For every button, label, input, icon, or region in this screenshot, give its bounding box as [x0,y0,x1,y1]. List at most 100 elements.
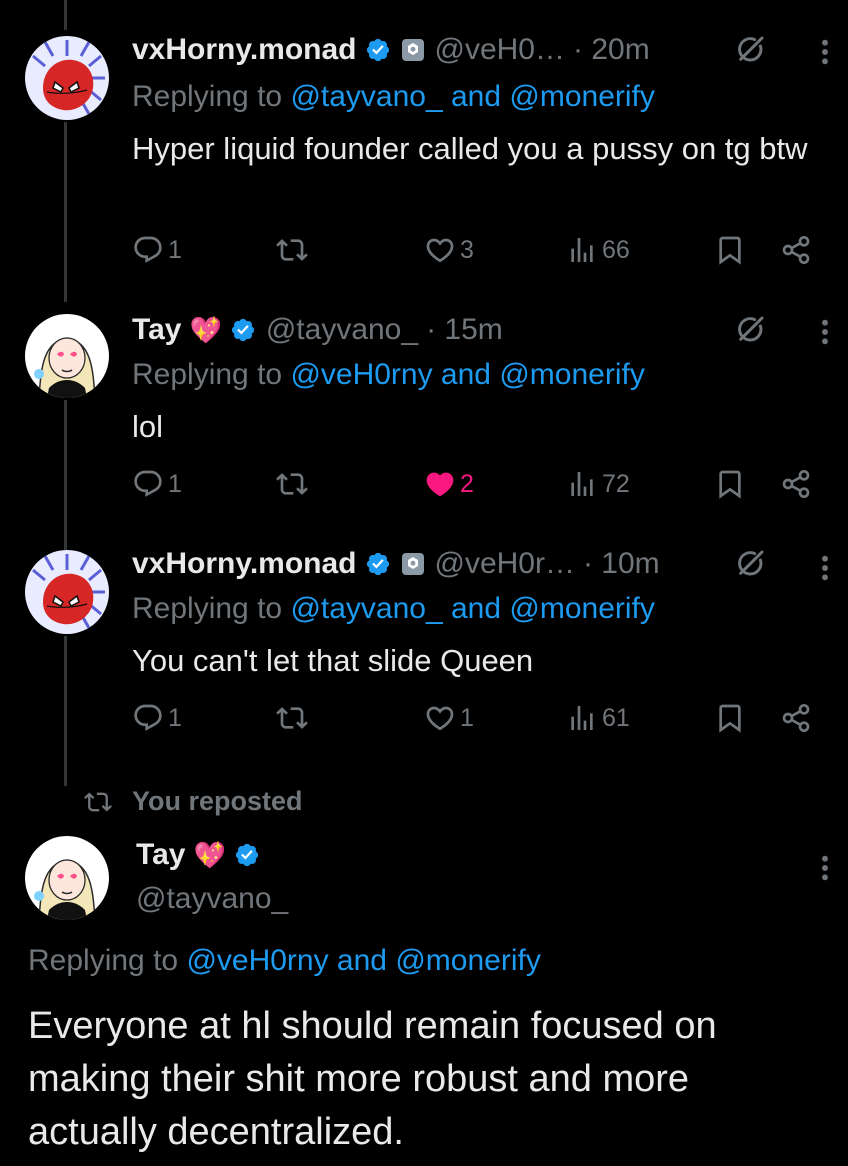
like-icon [424,234,456,266]
share-button[interactable] [780,234,812,266]
share-icon [780,702,812,734]
reply-button[interactable]: 1 [132,468,182,500]
like-button[interactable]: 1 [424,702,474,734]
replying-to: Replying to @veH0rny and @monerify [28,944,541,978]
view-count: 61 [602,703,630,732]
author-handle[interactable]: @veH0r… [435,547,575,581]
mention-link[interactable]: @tayvano_ [290,80,442,113]
share-icon [780,468,812,500]
more-icon[interactable] [820,36,830,68]
affiliate-badge-icon[interactable] [401,38,425,62]
repost-button[interactable] [276,234,308,266]
mention-link[interactable]: @monerify [509,592,655,625]
replying-to: Replying to @veH0rny and @monerify [132,358,645,392]
avatar[interactable] [25,836,109,920]
author-handle[interactable]: @veH0… [435,33,566,67]
reply-and: and [442,592,510,625]
author-name[interactable]: vxHorny.monad [132,547,357,581]
tweet-text: Hyper liquid founder called you a pussy … [132,131,808,166]
tweet[interactable]: Tay 💖 @tayvano_ · 15m Replying to @veH0r… [0,300,848,540]
action-bar: 1 3 66 [132,234,828,274]
mention-link[interactable]: @veH0rny and [290,358,491,391]
reply-and: and [442,80,510,113]
views-button[interactable]: 72 [566,468,630,500]
tweet[interactable]: vxHorny.monad @veH0r… · 10m Replying to … [0,536,848,776]
avatar[interactable] [25,36,109,120]
views-icon [566,468,598,500]
timestamp[interactable]: · 20m [573,33,650,67]
mention-link[interactable]: @monerify [395,944,541,977]
mention-link[interactable]: @monerify [509,80,655,113]
reply-icon [132,234,164,266]
repost-icon [276,234,308,266]
bookmark-icon [714,702,746,734]
views-button[interactable]: 61 [566,702,630,734]
author-handle[interactable]: @tayvano_ [136,882,288,916]
avatar[interactable] [25,314,109,398]
verified-icon [365,37,391,63]
bookmark-button[interactable] [714,234,746,266]
grok-icon[interactable] [734,548,766,580]
tweet[interactable]: vxHorny.monad @veH0… · 20m Replying to @… [0,0,848,300]
repost-icon [276,702,308,734]
main-tweet-text: Everyone at hl should remain focused on … [28,1005,717,1153]
repost-button[interactable] [276,702,308,734]
repost-indicator: You reposted [84,786,303,817]
like-button[interactable]: 2 [424,468,474,500]
more-icon[interactable] [820,316,830,348]
bookmark-icon [714,468,746,500]
author-name[interactable]: Tay [136,838,185,872]
share-icon [780,234,812,266]
bookmark-button[interactable] [714,702,746,734]
tweet-text: You can't let that slide Queen [132,643,534,678]
views-icon [566,702,598,734]
author-name[interactable]: Tay [132,313,181,347]
reply-count: 1 [168,703,182,732]
views-button[interactable]: 66 [566,234,630,266]
verified-icon [365,551,391,577]
mention-link[interactable]: @tayvano_ [290,592,442,625]
reply-count: 1 [168,469,182,498]
like-count: 3 [460,235,474,264]
like-count: 2 [460,469,474,498]
avatar[interactable] [25,550,109,634]
mention-link[interactable]: @monerify [499,358,645,391]
views-icon [566,234,598,266]
replying-prefix: Replying to [132,358,291,391]
mention-link[interactable]: @veH0rny and [186,944,387,977]
share-button[interactable] [780,702,812,734]
repost-button[interactable] [276,468,308,500]
more-icon[interactable] [820,852,830,884]
repost-icon [276,468,308,500]
tweet-text: lol [132,409,164,444]
replying-to: Replying to @tayvano_ and @monerify [132,592,655,626]
reply-icon [132,702,164,734]
reply-button[interactable]: 1 [132,702,182,734]
liked-heart-icon [424,468,456,500]
replying-prefix: Replying to [132,80,291,113]
grok-icon[interactable] [734,34,766,66]
author-name[interactable]: vxHorny.monad [132,33,357,67]
action-bar: 1 1 61 [132,702,828,742]
like-count: 1 [460,703,474,732]
author-handle[interactable]: @tayvano_ [266,313,418,347]
share-button[interactable] [780,468,812,500]
bookmark-icon [714,234,746,266]
bookmark-button[interactable] [714,468,746,500]
grok-icon[interactable] [734,314,766,346]
reply-button[interactable]: 1 [132,234,182,266]
replying-prefix: Replying to [132,592,291,625]
verified-icon [234,842,260,868]
timestamp[interactable]: · 10m [583,547,660,581]
heart-emoji: 💖 [193,839,226,870]
affiliate-badge-icon[interactable] [401,552,425,576]
more-icon[interactable] [820,552,830,584]
repost-icon [84,788,112,816]
like-button[interactable]: 3 [424,234,474,266]
timestamp[interactable]: · 15m [426,313,503,347]
heart-emoji: 💖 [189,314,222,345]
view-count: 72 [602,469,630,498]
repost-label: You reposted [132,786,303,816]
view-count: 66 [602,235,630,264]
replying-prefix: Replying to [28,944,187,977]
